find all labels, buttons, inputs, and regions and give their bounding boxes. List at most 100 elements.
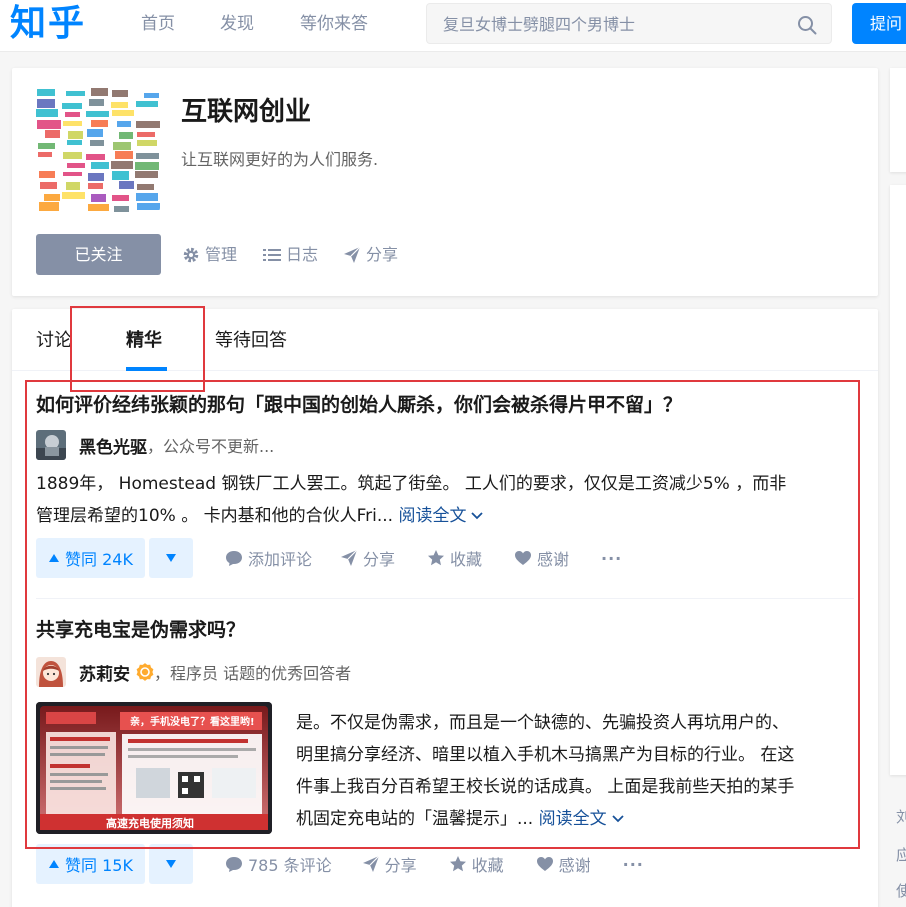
- collage-logo-tile: [136, 140, 157, 146]
- collage-logo-tile: [89, 139, 105, 147]
- collage-logo-tile: [65, 112, 80, 118]
- zhihu-logo[interactable]: 知乎: [10, 2, 86, 46]
- avatar[interactable]: [36, 430, 66, 460]
- ask-question-button[interactable]: 提问: [852, 3, 906, 44]
- share-topic-button[interactable]: 分享: [343, 244, 398, 266]
- tab-discussion[interactable]: 讨论: [36, 328, 72, 353]
- search-icon[interactable]: [797, 15, 817, 35]
- more-options-button[interactable]: ···: [601, 549, 622, 568]
- excerpt-line: 1889年， Homestead 钢铁厂工人罢工。筑起了街垒。 工人们的要求，仅…: [36, 474, 787, 494]
- comments-button[interactable]: 785 条评论: [225, 852, 332, 876]
- share-button[interactable]: 分享: [340, 546, 395, 570]
- thank-button[interactable]: 感谢: [536, 852, 591, 876]
- collage-logo-tile: [86, 153, 106, 160]
- collage-logo-tile: [61, 191, 85, 200]
- collage-logo-tile: [91, 88, 108, 97]
- topic-title: 互联网创业: [181, 97, 312, 127]
- read-more-link[interactable]: 阅读全文: [398, 506, 484, 526]
- collage-logo-tile: [38, 170, 55, 178]
- comments-count-label: 785 条评论: [247, 856, 332, 875]
- collage-logo-tile: [91, 161, 109, 170]
- collage-logo-tile: [116, 120, 131, 127]
- side-link[interactable]: 刘: [896, 806, 906, 827]
- read-more-label: 阅读全文: [398, 506, 467, 526]
- collage-logo-tile: [62, 152, 83, 159]
- log-button[interactable]: 日志: [263, 244, 318, 266]
- comment-bubble-icon: [225, 550, 242, 566]
- upvote-label: 赞同 24K: [65, 550, 133, 569]
- triangle-up-icon: [49, 860, 59, 868]
- nav-discover[interactable]: 发现: [220, 12, 254, 36]
- manage-label: 管理: [205, 245, 238, 264]
- share-button[interactable]: 分享: [362, 852, 417, 876]
- tab-featured[interactable]: 精华: [126, 328, 162, 353]
- search-input[interactable]: [443, 12, 783, 36]
- collage-logo-tile: [110, 161, 133, 169]
- collage-logo-tile: [66, 140, 82, 145]
- collage-logo-tile: [36, 109, 58, 117]
- answer-excerpt[interactable]: 1889年， Homestead 钢铁厂工人罢工。筑起了街垒。 工人们的要求，仅…: [36, 468, 866, 532]
- collage-logo-tile: [144, 93, 160, 99]
- collage-logo-tile: [135, 171, 158, 179]
- side-link[interactable]: 使: [896, 880, 906, 901]
- nav-home[interactable]: 首页: [141, 12, 175, 36]
- downvote-button[interactable]: [148, 538, 193, 578]
- nav-waiting-answers[interactable]: 等你来答: [300, 12, 368, 36]
- collage-logo-tile: [135, 162, 159, 170]
- collage-logo-tile: [66, 91, 85, 97]
- topic-description: 让互联网更好的为人们服务.: [181, 150, 379, 169]
- collage-logo-tile: [90, 119, 109, 128]
- collage-logo-tile: [67, 163, 86, 169]
- answer-thumbnail-image[interactable]: 亲，手机没电了？看这里哟! 高速充电使用须知: [36, 702, 272, 834]
- collage-logo-tile: [40, 182, 57, 189]
- collage-logo-tile: [136, 121, 160, 128]
- author-name[interactable]: 黑色光驱: [79, 433, 147, 458]
- thank-label: 感谢: [537, 550, 570, 569]
- collage-logo-tile: [37, 99, 56, 108]
- collage-logo-tile: [111, 171, 130, 180]
- search-box: [426, 3, 832, 44]
- collect-button[interactable]: 收藏: [427, 546, 482, 570]
- excerpt-text: 管理层希望的10% 。 卡内基和他的合伙人Fri...: [36, 506, 394, 526]
- triangle-up-icon: [49, 554, 59, 562]
- collage-logo-tile: [67, 131, 83, 139]
- avatar[interactable]: [36, 657, 66, 687]
- excellent-answerer-badge-icon: [136, 663, 154, 681]
- thank-label: 感谢: [558, 856, 591, 875]
- collage-logo-tile: [65, 182, 80, 191]
- collect-label: 收藏: [471, 856, 504, 875]
- feed-item: 共享充电宝是伪需求吗？ 苏莉安 ，程序员 话题的优秀回答者 亲，手机没电了？看这…: [36, 616, 856, 896]
- read-more-link[interactable]: 阅读全文: [539, 809, 625, 829]
- upvote-button[interactable]: 赞同 15K: [36, 844, 145, 884]
- collect-button[interactable]: 收藏: [449, 852, 504, 876]
- excerpt-text: 机固定充电站的「温馨提示」...: [296, 809, 534, 829]
- more-options-button[interactable]: ···: [623, 855, 644, 874]
- collage-logo-tile: [114, 206, 129, 212]
- add-comment-button[interactable]: 添加评论: [225, 546, 312, 570]
- collage-logo-tile: [88, 173, 105, 181]
- collage-logo-tile: [119, 132, 134, 140]
- author-name[interactable]: 苏莉安: [79, 660, 130, 685]
- collage-logo-tile: [118, 181, 134, 189]
- add-comment-label: 添加评论: [247, 550, 312, 569]
- collage-logo-tile: [136, 152, 159, 160]
- collage-logo-tile: [38, 143, 56, 149]
- question-title[interactable]: 如何评价经纬张颖的那句「跟中国的创始人厮杀，你们会被杀得片甲不留」？: [36, 391, 682, 419]
- collage-logo-tile: [43, 194, 60, 202]
- side-link[interactable]: 应: [896, 844, 906, 865]
- collage-logo-tile: [38, 162, 61, 170]
- upvote-button[interactable]: 赞同 24K: [36, 538, 145, 578]
- top-bar: 知乎 首页 发现 等你来答 提问: [0, 0, 906, 52]
- answer-actions: 赞同 15K 785 条评论 分享 收藏 感谢 ···: [36, 844, 644, 884]
- collage-logo-tile: [111, 109, 134, 117]
- collect-label: 收藏: [449, 550, 482, 569]
- following-button[interactable]: 已关注: [36, 234, 161, 275]
- question-title[interactable]: 共享充电宝是伪需求吗？: [36, 616, 245, 644]
- tab-waiting-answers[interactable]: 等待回答: [215, 328, 287, 353]
- answer-excerpt[interactable]: 是。不仅是伪需求，而且是一个缺德的、先骗投资人再坑用户的、 明里搞分享经济、暗里…: [296, 707, 856, 835]
- downvote-button[interactable]: [148, 844, 193, 884]
- topic-tabs: 讨论 精华 等待回答: [12, 309, 878, 371]
- manage-button[interactable]: 管理: [182, 244, 237, 266]
- collage-logo-tile: [63, 171, 82, 177]
- thank-button[interactable]: 感谢: [514, 546, 569, 570]
